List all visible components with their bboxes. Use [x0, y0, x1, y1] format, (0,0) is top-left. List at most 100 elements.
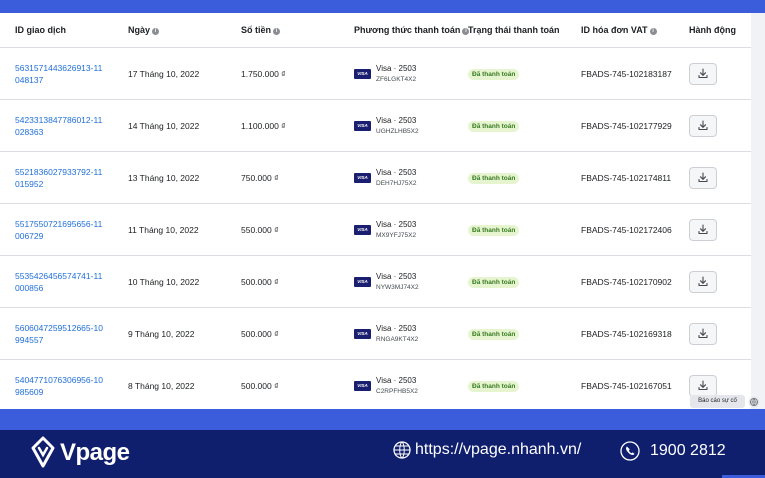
- status-badge: Đã thanh toán: [468, 68, 520, 80]
- transaction-id-link[interactable]: 5517550721695656-11006729: [15, 218, 105, 242]
- cell-amount: 500.000 ₫: [226, 307, 339, 360]
- transaction-id-link[interactable]: 5631571443626913-11048137: [15, 62, 105, 86]
- download-icon: [698, 380, 708, 391]
- payment-reference: UGHZLHB5X2: [376, 127, 419, 135]
- payment-method: VISA Visa · 2503 DEH7HJ75X2: [354, 167, 453, 189]
- transaction-id-link[interactable]: 5423313847786012-11028363: [15, 114, 105, 138]
- cell-amount: 500.000 ₫: [226, 360, 339, 410]
- cell-amount: 500.000 ₫: [226, 255, 339, 308]
- cell-status: Đã thanh toán: [453, 255, 566, 308]
- payment-method: VISA Visa · 2503 UGHZLHB5X2: [354, 115, 453, 137]
- globe-icon: [393, 441, 411, 459]
- column-header-label: Phương thức thanh toán: [354, 25, 461, 35]
- download-button[interactable]: [689, 114, 717, 137]
- download-icon: [698, 68, 708, 79]
- cell-status: Đã thanh toán: [453, 307, 566, 360]
- table-header-row: ID giao dịch Ngày i Số tiền i Phương thức tha…: [0, 13, 751, 48]
- payment-method: VISA Visa · 2503 C2RPFHB5X2: [354, 375, 453, 397]
- cell-vat-id: FBADS-745-102167051: [566, 360, 674, 410]
- transaction-date: 14 Tháng 10, 2022: [128, 120, 200, 131]
- status-badge: Đã thanh toán: [468, 380, 520, 392]
- transaction-id-link[interactable]: 5521836027933792-11015952: [15, 166, 105, 190]
- visa-card-icon: VISA: [354, 380, 371, 391]
- transaction-amount: 1.750.000 ₫: [241, 68, 286, 79]
- cell-payment-method: VISA Visa · 2503 UGHZLHB5X2: [339, 99, 453, 152]
- transaction-amount: 500.000 ₫: [241, 276, 279, 287]
- table-row: 5606047259512665-10994557 9 Tháng 10, 202…: [0, 307, 751, 360]
- table-row: 5631571443626913-11048137 17 Tháng 10, 20…: [0, 47, 751, 100]
- payment-method: VISA Visa · 2503 MX9YFJ75X2: [354, 219, 453, 241]
- hotline-number: 1900 2812: [650, 442, 726, 459]
- cell-action: [674, 255, 751, 308]
- cell-status: Đã thanh toán: [453, 47, 566, 100]
- download-icon: [698, 224, 708, 235]
- download-button[interactable]: [689, 374, 717, 397]
- website-link[interactable]: https://vpage.nhanh.vn/: [393, 441, 581, 459]
- transaction-date: 11 Tháng 10, 2022: [128, 224, 199, 235]
- cell-action: [674, 307, 751, 360]
- cell-transaction-id: 5631571443626913-11048137: [0, 47, 113, 100]
- column-header-label: ID giao dịch: [15, 25, 67, 35]
- info-icon[interactable]: i: [152, 28, 160, 35]
- vat-invoice-id: FBADS-745-102169318: [581, 328, 672, 339]
- cell-transaction-id: 5404771076306956-10985609: [0, 360, 113, 410]
- status-badge: Đã thanh toán: [468, 328, 520, 340]
- download-button[interactable]: [689, 322, 717, 345]
- cell-amount: 550.000 ₫: [226, 203, 339, 256]
- cell-vat-id: FBADS-745-102169318: [566, 307, 674, 360]
- card-label: Visa · 2503: [376, 219, 417, 229]
- vat-invoice-id: FBADS-745-102167051: [581, 380, 672, 391]
- cell-status: Đã thanh toán: [453, 360, 566, 410]
- vat-invoice-id: FBADS-745-102172406: [581, 224, 672, 235]
- cell-status: Đã thanh toán: [453, 203, 566, 256]
- website-url: https://vpage.nhanh.vn/: [415, 441, 582, 458]
- cell-payment-method: VISA Visa · 2503 RNGA9KT4X2: [339, 307, 453, 360]
- cell-payment-method: VISA Visa · 2503 MX9YFJ75X2: [339, 203, 453, 256]
- transaction-id-link[interactable]: 5404771076306956-10985609: [15, 374, 105, 398]
- cell-transaction-id: 5521836027933792-11015952: [0, 151, 113, 204]
- transaction-amount: 550.000 ₫: [241, 224, 279, 235]
- report-problem-button[interactable]: Báo cáo sự cố: [690, 395, 745, 408]
- card-label: Visa · 2503: [376, 167, 417, 177]
- payment-reference: ZF6LGKT4X2: [376, 75, 417, 83]
- transaction-date: 10 Tháng 10, 2022: [128, 276, 200, 287]
- card-label: Visa · 2503: [376, 323, 417, 333]
- cell-amount: 1.100.000 ₫: [226, 99, 339, 152]
- download-button[interactable]: [689, 218, 717, 241]
- cell-vat-id: FBADS-745-102183187: [566, 47, 674, 100]
- payment-method: VISA Visa · 2503 NYW3MJ74X2: [354, 271, 453, 293]
- cell-status: Đã thanh toán: [453, 151, 566, 204]
- status-badge: Đã thanh toán: [468, 120, 520, 132]
- info-icon[interactable]: i: [649, 28, 657, 35]
- cell-date: 14 Tháng 10, 2022: [113, 99, 226, 152]
- download-button[interactable]: [689, 166, 717, 189]
- transaction-date: 8 Tháng 10, 2022: [128, 380, 195, 391]
- billing-panel: ID giao dịch Ngày i Số tiền i Phương thức tha…: [0, 13, 751, 409]
- column-header-label: Số tiền: [241, 25, 272, 35]
- transaction-date: 17 Tháng 10, 2022: [128, 68, 200, 79]
- payment-reference: RNGA9KT4X2: [376, 335, 419, 343]
- column-header-label: ID hóa đơn VAT: [581, 25, 648, 35]
- column-header: ID giao dịch: [0, 13, 113, 48]
- cell-payment-method: VISA Visa · 2503 ZF6LGKT4X2: [339, 47, 453, 100]
- scroll-gutter: [751, 13, 765, 409]
- column-header: Số tiền i: [226, 13, 339, 48]
- info-icon[interactable]: i: [273, 28, 281, 35]
- status-badge: Đã thanh toán: [468, 224, 520, 236]
- vpage-logo: Vpage: [30, 436, 130, 470]
- download-button[interactable]: [689, 62, 717, 85]
- cell-action: [674, 151, 751, 204]
- payment-reference: NYW3MJ74X2: [376, 283, 419, 291]
- cell-date: 8 Tháng 10, 2022: [113, 360, 226, 410]
- cell-payment-method: VISA Visa · 2503 NYW3MJ74X2: [339, 255, 453, 308]
- cell-amount: 1.750.000 ₫: [226, 47, 339, 100]
- phone-icon: [620, 441, 640, 461]
- transaction-amount: 500.000 ₫: [241, 328, 279, 339]
- hotline[interactable]: 1900 2812: [620, 441, 726, 461]
- download-button[interactable]: [689, 270, 717, 293]
- cell-date: 10 Tháng 10, 2022: [113, 255, 226, 308]
- transaction-id-link[interactable]: 5535426456574741-11000856: [15, 270, 105, 294]
- transaction-id-link[interactable]: 5606047259512665-10994557: [15, 322, 105, 346]
- cell-transaction-id: 5423313847786012-11028363: [0, 99, 113, 152]
- visa-card-icon: VISA: [354, 328, 371, 339]
